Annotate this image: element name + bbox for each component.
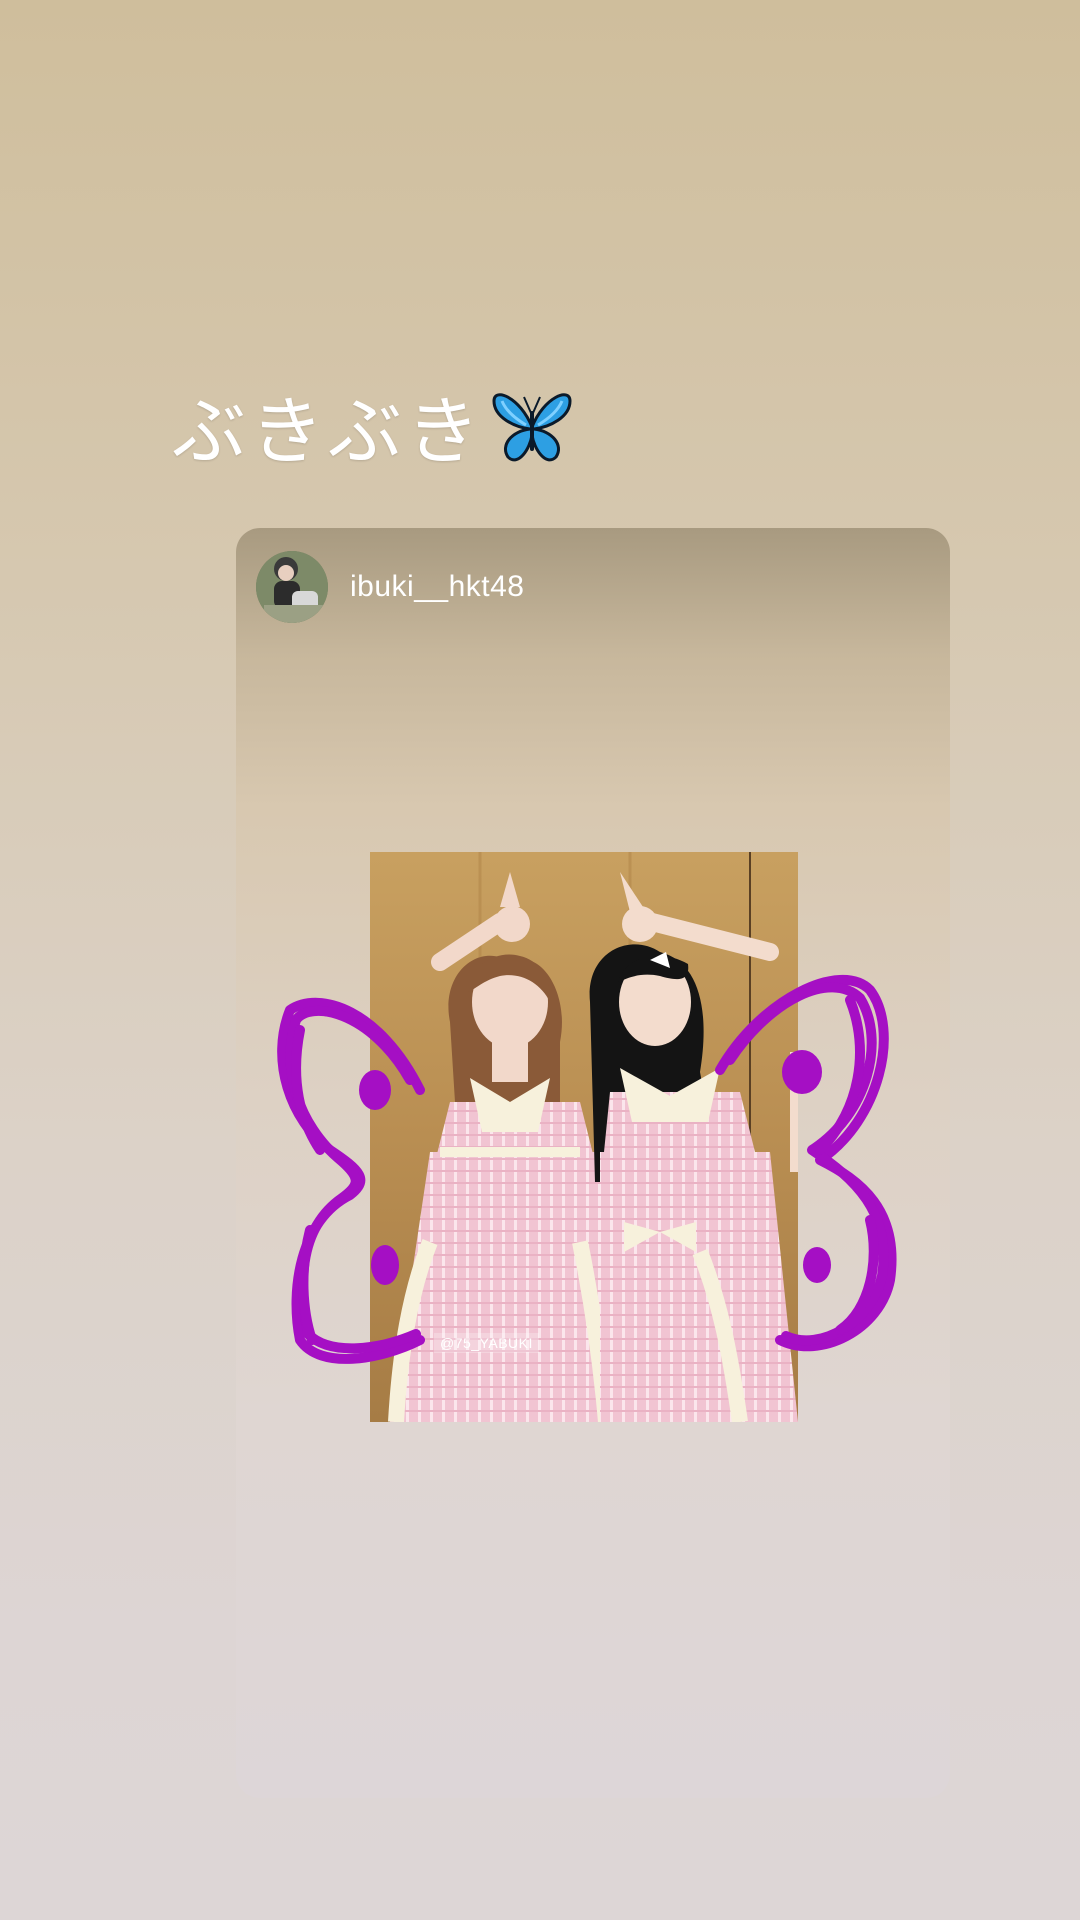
story-caption[interactable]: ぶきぶき	[172, 372, 574, 479]
post-header[interactable]: ibuki__hkt48	[256, 550, 524, 624]
post-username[interactable]: ibuki__hkt48	[350, 570, 524, 604]
caption-text: ぶきぶき	[172, 389, 484, 475]
avatar[interactable]	[256, 551, 328, 623]
shared-post-card[interactable]: ibuki__hkt48	[236, 528, 950, 1798]
avatar-icon	[256, 551, 328, 623]
photo-watermark: @75_YABUKI	[434, 1333, 539, 1353]
butterfly-icon	[492, 392, 572, 461]
